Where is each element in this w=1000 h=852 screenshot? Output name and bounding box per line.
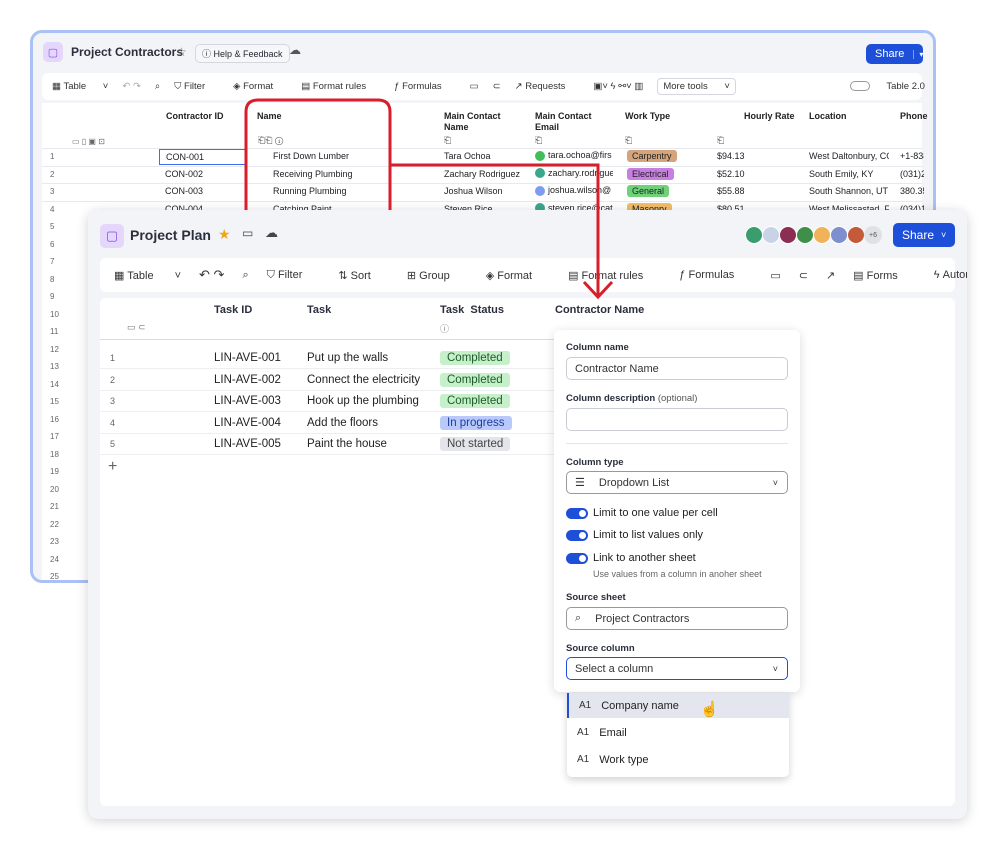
annotation-overlay bbox=[244, 98, 614, 300]
arrow-line bbox=[390, 163, 600, 296]
highlight-box bbox=[244, 98, 392, 210]
